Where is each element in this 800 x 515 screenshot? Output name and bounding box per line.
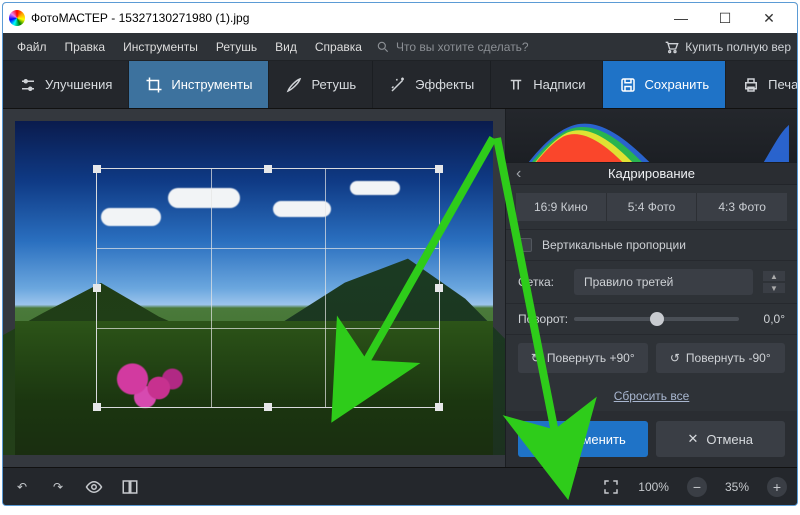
buy-full-version[interactable]: Купить полную вер <box>663 39 791 55</box>
menu-edit[interactable]: Правка <box>57 36 114 58</box>
check-icon: ✓ <box>540 431 551 447</box>
cart-icon <box>663 39 679 55</box>
redo-button[interactable]: ↷ <box>49 478 67 496</box>
menu-help[interactable]: Справка <box>307 36 370 58</box>
search-icon <box>376 40 390 54</box>
crop-handle-s[interactable] <box>264 403 272 411</box>
menu-bar: Файл Правка Инструменты Ретушь Вид Справ… <box>3 33 797 61</box>
print-button[interactable]: Печать <box>726 61 798 108</box>
grid-select[interactable]: Правило третей <box>574 269 753 295</box>
reset-all-link[interactable]: Сбросить все <box>506 381 797 411</box>
brush-icon <box>285 76 303 94</box>
grid-row: Сетка: Правило третей ▲▼ <box>506 261 797 304</box>
rotate-plus-90-button[interactable]: ↻ Повернуть +90° <box>518 343 648 373</box>
compare-button[interactable] <box>121 478 139 496</box>
back-icon[interactable]: ‹ <box>516 165 521 183</box>
vertical-proportions-row: Вертикальные пропорции <box>506 230 797 261</box>
crop-icon <box>145 76 163 94</box>
tab-retouch[interactable]: Ретушь <box>269 61 373 108</box>
eye-icon <box>85 478 103 496</box>
search-hint[interactable]: Что вы хотите сделать? <box>376 40 529 54</box>
crop-handle-n[interactable] <box>264 165 272 173</box>
canvas-area[interactable] <box>3 109 505 467</box>
tab-effects[interactable]: Эффекты <box>373 61 491 108</box>
fit-icon <box>602 478 620 496</box>
magic-wand-icon <box>389 76 407 94</box>
preview-eye-button[interactable] <box>85 478 103 496</box>
zoom-in-button[interactable]: + <box>767 477 787 497</box>
ratio-5-4[interactable]: 5:4 Фото <box>607 193 698 221</box>
window-title: ФотоМАСТЕР - 15327130271980 (1).jpg <box>31 11 659 25</box>
main-toolbar: Улучшения Инструменты Ретушь Эффекты Над… <box>3 61 797 109</box>
save-icon <box>619 76 637 94</box>
undo-button[interactable]: ↶ <box>13 478 31 496</box>
crop-handle-se[interactable] <box>435 403 443 411</box>
bottom-bar: ↶ ↷ 100% − 35% + <box>3 467 797 505</box>
panel-header: ‹ Кадрирование <box>506 163 797 185</box>
tab-tools[interactable]: Инструменты <box>129 61 269 108</box>
fit-screen-button[interactable] <box>602 478 620 496</box>
crop-handle-sw[interactable] <box>93 403 101 411</box>
app-logo-icon <box>9 10 25 26</box>
crop-handle-nw[interactable] <box>93 165 101 173</box>
zoom-out-button[interactable]: − <box>687 477 707 497</box>
rotate-row: Поворот: 0,0° <box>506 304 797 335</box>
histogram <box>506 109 797 163</box>
zoom-fit-label[interactable]: 100% <box>638 480 669 494</box>
tab-enhance[interactable]: Улучшения <box>3 61 129 108</box>
ratio-4-3[interactable]: 4:3 Фото <box>697 193 787 221</box>
panel-title: Кадрирование <box>608 166 695 181</box>
minimize-button[interactable]: — <box>659 4 703 32</box>
rotate-cw-icon: ↻ <box>531 351 541 365</box>
rotate-minus-90-button[interactable]: ↺ Повернуть -90° <box>656 343 786 373</box>
print-icon <box>742 76 760 94</box>
menu-view[interactable]: Вид <box>267 36 305 58</box>
search-placeholder: Что вы хотите сделать? <box>396 40 529 54</box>
crop-handle-e[interactable] <box>435 284 443 292</box>
vertical-proportions-checkbox[interactable] <box>518 238 532 252</box>
file-name: 15327130271980 (1).jpg <box>119 11 250 25</box>
close-button[interactable]: ✕ <box>747 4 791 32</box>
rotate-value: 0,0° <box>749 312 785 326</box>
rotate-ccw-icon: ↺ <box>670 351 680 365</box>
menu-retouch[interactable]: Ретушь <box>208 36 265 58</box>
maximize-button[interactable]: ☐ <box>703 4 747 32</box>
rotate-label: Поворот: <box>518 312 564 326</box>
grid-value: Правило третей <box>584 275 673 289</box>
vertical-proportions-label: Вертикальные пропорции <box>542 238 686 252</box>
compare-icon <box>121 478 139 496</box>
title-bar: ФотоМАСТЕР - 15327130271980 (1).jpg — ☐ … <box>3 3 797 33</box>
crop-handle-w[interactable] <box>93 284 101 292</box>
sliders-icon <box>19 76 37 94</box>
grid-stepper[interactable]: ▲▼ <box>763 271 785 293</box>
cancel-button[interactable]: ✕ Отмена <box>656 421 786 457</box>
right-panel: ‹ Кадрирование 16:9 Кино 5:4 Фото 4:3 Фо… <box>505 109 797 467</box>
app-name: ФотоМАСТЕР <box>31 11 108 25</box>
menu-file[interactable]: Файл <box>9 36 55 58</box>
aspect-ratio-tabs: 16:9 Кино 5:4 Фото 4:3 Фото <box>506 185 797 230</box>
menu-tools[interactable]: Инструменты <box>115 36 206 58</box>
crop-rectangle[interactable] <box>96 168 440 409</box>
close-icon: ✕ <box>687 431 698 447</box>
text-icon <box>507 76 525 94</box>
tab-captions[interactable]: Надписи <box>491 61 602 108</box>
zoom-level: 35% <box>725 480 749 494</box>
rotate-slider[interactable] <box>574 317 739 321</box>
save-button[interactable]: Сохранить <box>603 61 727 108</box>
crop-handle-ne[interactable] <box>435 165 443 173</box>
grid-label: Сетка: <box>518 275 564 289</box>
ratio-16-9[interactable]: 16:9 Кино <box>516 193 607 221</box>
apply-button[interactable]: ✓ Применить <box>518 421 648 457</box>
